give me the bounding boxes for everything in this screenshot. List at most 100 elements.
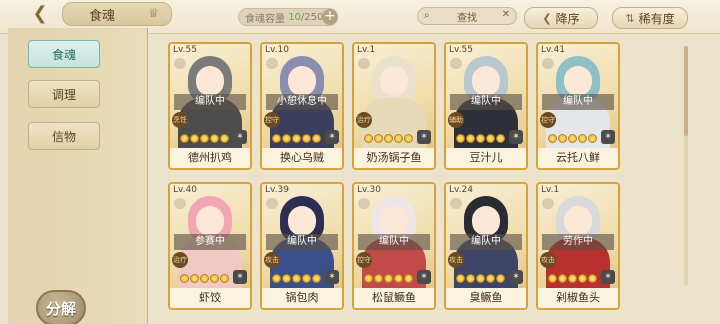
level-label: Lv.30 (357, 185, 381, 195)
character-name: 换心乌贼 (262, 148, 342, 168)
search-icon: ⌕ (424, 10, 430, 21)
heart-icon (174, 198, 186, 209)
star-icon (302, 274, 311, 283)
food-soul-card[interactable]: Lv.55 编队中 辅助 ✶ 豆汁儿 (444, 42, 528, 170)
star-icon (476, 134, 485, 143)
star-icon (496, 274, 505, 283)
star-icon (568, 274, 577, 283)
star-icon (456, 134, 465, 143)
star-icon (384, 274, 393, 283)
food-soul-card[interactable]: Lv.1 劳作中 攻击 ✶ 剁椒鱼头 (536, 182, 620, 310)
scrollbar-thumb[interactable] (684, 46, 688, 136)
star-icon (374, 134, 383, 143)
add-capacity-button[interactable]: + (322, 9, 338, 25)
star-icon (272, 134, 281, 143)
star-rating (272, 274, 321, 283)
element-icon: ✶ (233, 270, 247, 284)
star-icon (190, 134, 199, 143)
star-icon (588, 274, 597, 283)
clear-icon[interactable]: ✕ (502, 9, 510, 20)
heart-icon (266, 58, 278, 69)
tab-food-soul[interactable]: 食魂 (28, 40, 100, 68)
decompose-button[interactable]: 分解 (36, 290, 86, 324)
star-icon (466, 274, 475, 283)
sort-label: 降序 (555, 11, 580, 26)
heart-icon (542, 198, 554, 209)
food-soul-card[interactable]: Lv.10 小憩休息中 控守 ✶ 换心乌贼 (260, 42, 344, 170)
element-icon: ✶ (233, 130, 247, 144)
role-badge: 治疗 (172, 252, 188, 268)
character-name: 豆汁儿 (446, 148, 526, 168)
star-rating (456, 134, 505, 143)
star-rating (548, 274, 597, 283)
element-icon: ✶ (325, 270, 339, 284)
star-icon (220, 134, 229, 143)
star-rating (180, 134, 229, 143)
food-soul-card[interactable]: Lv.24 编队中 攻击 ✶ 臭鳜鱼 (444, 182, 528, 310)
food-soul-card[interactable]: Lv.1 治疗 ✶ 奶汤锅子鱼 (352, 42, 436, 170)
food-soul-card[interactable]: Lv.55 编队中 烹饪 ✶ 德州扒鸡 (168, 42, 252, 170)
search-label: 查找 (457, 12, 477, 24)
star-icon (568, 134, 577, 143)
star-rating (456, 274, 505, 283)
status-label: 编队中 (174, 94, 246, 110)
level-label: Lv.55 (173, 45, 197, 55)
food-soul-card[interactable]: Lv.39 编队中 攻击 ✶ 锅包肉 (260, 182, 344, 310)
character-name: 虾饺 (170, 288, 250, 308)
chevron-left-icon: ❮ (542, 11, 552, 25)
heart-icon (450, 58, 462, 69)
tab-cooking[interactable]: 调理 (28, 80, 100, 108)
level-label: Lv.41 (541, 45, 565, 55)
star-icon (200, 274, 209, 283)
star-icon (548, 274, 557, 283)
heart-icon (542, 58, 554, 69)
heart-icon (450, 198, 462, 209)
star-icon (220, 274, 229, 283)
sort-button[interactable]: ❮ 降序 (524, 7, 598, 29)
character-name: 臭鳜鱼 (446, 288, 526, 308)
star-icon (180, 274, 189, 283)
level-label: Lv.55 (449, 45, 473, 55)
star-icon (272, 274, 281, 283)
star-rating (180, 274, 229, 283)
status-label: 编队中 (266, 234, 338, 250)
star-icon (588, 134, 597, 143)
search-box[interactable]: ⌕ 查找 ✕ (417, 7, 517, 25)
status-label: 小憩休息中 (266, 94, 338, 110)
level-label: Lv.39 (265, 185, 289, 195)
role-badge: 攻击 (540, 252, 556, 268)
status-label: 编队中 (542, 94, 614, 110)
role-badge: 攻击 (448, 252, 464, 268)
star-icon (466, 134, 475, 143)
star-icon (292, 134, 301, 143)
back-arrow-icon[interactable]: ❮ (26, 2, 54, 24)
character-name: 锅包肉 (262, 288, 342, 308)
rarity-label: 稀有度 (638, 11, 675, 26)
star-icon (578, 274, 587, 283)
tab-label: 信物 (51, 129, 76, 144)
star-icon (190, 274, 199, 283)
element-icon: ✶ (509, 270, 523, 284)
star-icon (578, 134, 587, 143)
star-rating (364, 274, 413, 283)
role-badge: 控守 (356, 252, 372, 268)
character-name: 剁椒鱼头 (538, 288, 618, 308)
star-rating (548, 134, 597, 143)
star-rating (364, 134, 413, 143)
scrollbar[interactable] (684, 46, 688, 286)
star-icon (404, 134, 413, 143)
role-badge: 烹饪 (172, 112, 188, 128)
sort-arrows-icon: ⇅ (625, 11, 635, 25)
food-soul-card[interactable]: Lv.40 参赛中 治疗 ✶ 虾饺 (168, 182, 252, 310)
food-soul-card[interactable]: Lv.30 编队中 控守 ✶ 松鼠鳜鱼 (352, 182, 436, 310)
food-soul-card[interactable]: Lv.41 编队中 控守 ✶ 云托八鲜 (536, 42, 620, 170)
tab-label: 调理 (51, 87, 76, 102)
crown-icon: ♕ (148, 6, 159, 20)
star-icon (394, 274, 403, 283)
rarity-filter-button[interactable]: ⇅ 稀有度 (612, 7, 688, 29)
tab-tokens[interactable]: 信物 (28, 122, 100, 150)
star-icon (210, 134, 219, 143)
character-name: 云托八鲜 (538, 148, 618, 168)
level-label: Lv.1 (357, 45, 376, 55)
star-icon (548, 134, 557, 143)
